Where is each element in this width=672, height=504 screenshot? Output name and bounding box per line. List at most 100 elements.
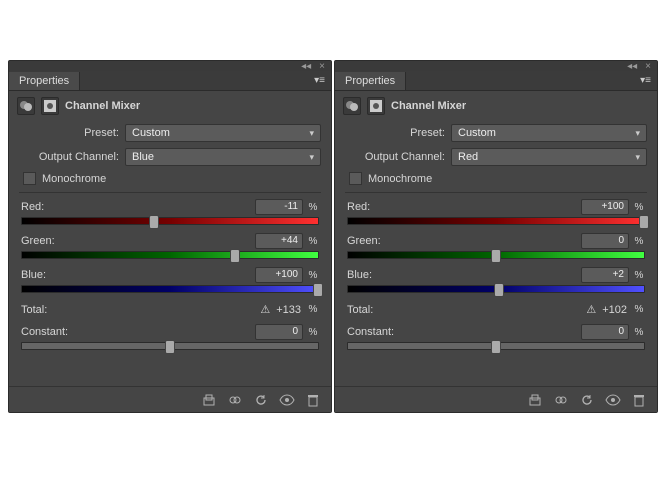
constant-value-input[interactable]: 0: [255, 324, 303, 340]
constant-slider-track[interactable]: [21, 342, 319, 350]
green-slider-track[interactable]: [21, 251, 319, 259]
percent-label: %: [633, 327, 645, 338]
panel-menu-icon[interactable]: ▾≡: [308, 75, 331, 86]
output-channel-select[interactable]: Red ▾: [451, 148, 647, 166]
percent-label: %: [307, 236, 319, 247]
clip-to-layer-icon[interactable]: [527, 392, 543, 408]
red-slider-thumb[interactable]: [639, 215, 649, 229]
clip-to-layer-icon[interactable]: [201, 392, 217, 408]
panel-title: Channel Mixer: [65, 100, 140, 112]
percent-label: %: [307, 304, 319, 315]
mask-icon[interactable]: [41, 97, 59, 115]
total-label: Total:: [21, 304, 47, 316]
output-channel-value: Red: [458, 151, 478, 163]
percent-label: %: [633, 236, 645, 247]
red-slider-track[interactable]: [21, 217, 319, 225]
output-channel-label: Output Channel:: [19, 151, 119, 163]
preset-value: Custom: [458, 127, 496, 139]
total-value: +102: [602, 304, 627, 316]
collapse-icon[interactable]: ◂◂: [627, 61, 637, 72]
preset-select[interactable]: Custom ▾: [451, 124, 647, 142]
preset-label: Preset:: [19, 127, 119, 139]
blue-value-input[interactable]: +2: [581, 267, 629, 283]
monochrome-label: Monochrome: [368, 173, 432, 185]
reset-icon[interactable]: [579, 392, 595, 408]
channel-mixer-panel: ◂◂ × Properties ▾≡ Channel Mixer Preset:…: [8, 60, 332, 413]
adjustment-icon: [343, 97, 361, 115]
blue-slider-track[interactable]: [347, 285, 645, 293]
preset-label: Preset:: [345, 127, 445, 139]
trash-icon[interactable]: [305, 392, 321, 408]
percent-label: %: [307, 327, 319, 338]
total-label: Total:: [347, 304, 373, 316]
panel-title: Channel Mixer: [391, 100, 466, 112]
monochrome-checkbox[interactable]: [23, 172, 36, 185]
blue-slider-track[interactable]: [21, 285, 319, 293]
constant-value-input[interactable]: 0: [581, 324, 629, 340]
red-value-input[interactable]: +100: [581, 199, 629, 215]
blue-value-input[interactable]: +100: [255, 267, 303, 283]
mask-icon[interactable]: [367, 97, 385, 115]
green-slider-track[interactable]: [347, 251, 645, 259]
tab-properties[interactable]: Properties: [9, 72, 80, 90]
monochrome-checkbox[interactable]: [349, 172, 362, 185]
panel-footer: [335, 386, 657, 412]
trash-icon[interactable]: [631, 392, 647, 408]
monochrome-label: Monochrome: [42, 173, 106, 185]
tab-bar: Properties ▾≡: [335, 71, 657, 91]
output-channel-label: Output Channel:: [345, 151, 445, 163]
green-value-input[interactable]: 0: [581, 233, 629, 249]
red-label: Red:: [21, 201, 44, 213]
warning-icon: ⚠: [260, 303, 270, 316]
constant-label: Constant:: [347, 326, 394, 338]
chevron-down-icon: ▾: [309, 128, 314, 139]
percent-label: %: [633, 304, 645, 315]
tab-properties[interactable]: Properties: [335, 72, 406, 90]
close-icon[interactable]: ×: [645, 61, 651, 72]
percent-label: %: [307, 202, 319, 213]
percent-label: %: [633, 202, 645, 213]
view-previous-icon[interactable]: [553, 392, 569, 408]
window-controls: ◂◂ ×: [335, 61, 657, 71]
chevron-down-icon: ▾: [635, 152, 640, 163]
visibility-icon[interactable]: [605, 392, 621, 408]
blue-slider-thumb[interactable]: [313, 283, 323, 297]
close-icon[interactable]: ×: [319, 61, 325, 72]
collapse-icon[interactable]: ◂◂: [301, 61, 311, 72]
tab-bar: Properties ▾≡: [9, 71, 331, 91]
green-label: Green:: [347, 235, 381, 247]
visibility-icon[interactable]: [279, 392, 295, 408]
red-label: Red:: [347, 201, 370, 213]
green-slider-thumb[interactable]: [491, 249, 501, 263]
constant-slider-thumb[interactable]: [165, 340, 175, 354]
output-channel-value: Blue: [132, 151, 154, 163]
preset-value: Custom: [132, 127, 170, 139]
warning-icon: ⚠: [586, 303, 596, 316]
chevron-down-icon: ▾: [309, 152, 314, 163]
chevron-down-icon: ▾: [635, 128, 640, 139]
output-channel-select[interactable]: Blue ▾: [125, 148, 321, 166]
green-slider-thumb[interactable]: [230, 249, 240, 263]
preset-select[interactable]: Custom ▾: [125, 124, 321, 142]
channel-mixer-panel: ◂◂ × Properties ▾≡ Channel Mixer Preset:…: [334, 60, 658, 413]
panel-footer: [9, 386, 331, 412]
percent-label: %: [307, 270, 319, 281]
constant-label: Constant:: [21, 326, 68, 338]
green-value-input[interactable]: +44: [255, 233, 303, 249]
window-controls: ◂◂ ×: [9, 61, 331, 71]
view-previous-icon[interactable]: [227, 392, 243, 408]
reset-icon[interactable]: [253, 392, 269, 408]
red-slider-track[interactable]: [347, 217, 645, 225]
red-slider-thumb[interactable]: [149, 215, 159, 229]
blue-label: Blue:: [347, 269, 372, 281]
constant-slider-thumb[interactable]: [491, 340, 501, 354]
total-value: +133: [276, 304, 301, 316]
panel-menu-icon[interactable]: ▾≡: [634, 75, 657, 86]
constant-slider-track[interactable]: [347, 342, 645, 350]
blue-slider-thumb[interactable]: [494, 283, 504, 297]
red-value-input[interactable]: -11: [255, 199, 303, 215]
adjustment-icon: [17, 97, 35, 115]
green-label: Green:: [21, 235, 55, 247]
percent-label: %: [633, 270, 645, 281]
blue-label: Blue:: [21, 269, 46, 281]
